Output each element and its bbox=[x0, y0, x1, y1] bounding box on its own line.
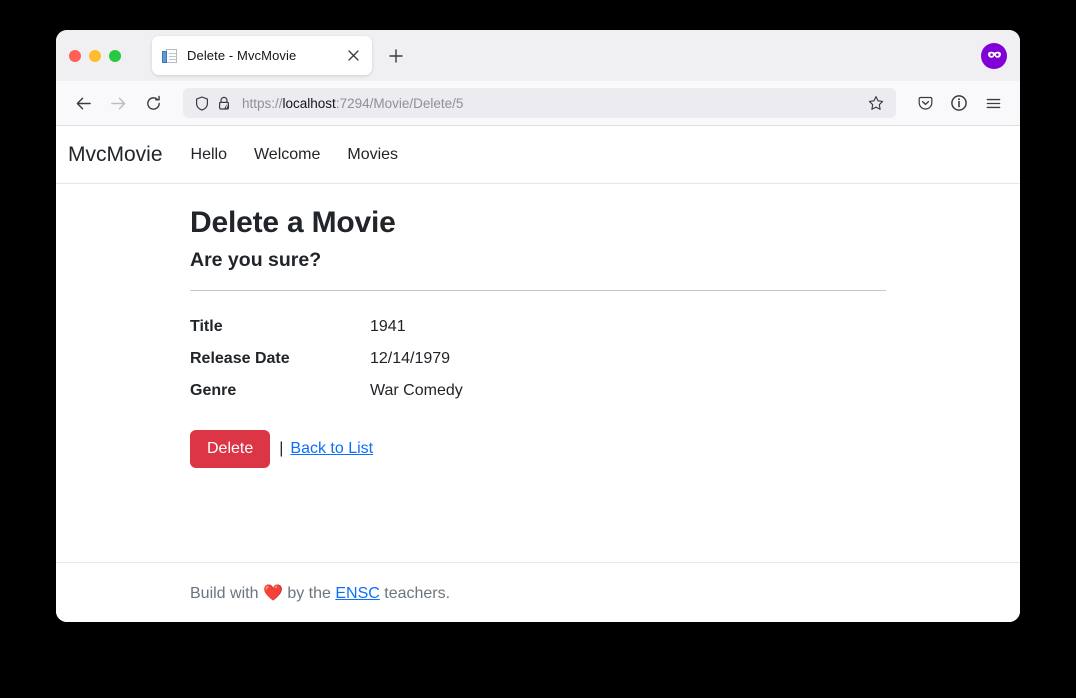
forward-arrow-icon bbox=[103, 88, 133, 118]
main-content: Delete a Movie Are you sure? Title 1941 … bbox=[56, 184, 1020, 468]
maximize-window-button[interactable] bbox=[109, 49, 121, 62]
page-viewport: MvcMovie Hello Welcome Movies Delete a M… bbox=[56, 126, 1020, 622]
confirm-heading: Are you sure? bbox=[190, 249, 322, 271]
browser-tab-active[interactable]: Delete - MvcMovie bbox=[152, 36, 372, 75]
back-arrow-icon[interactable] bbox=[68, 88, 98, 118]
star-icon[interactable] bbox=[865, 92, 887, 114]
lock-warning-icon[interactable] bbox=[214, 94, 233, 113]
detail-label-title: Title bbox=[190, 318, 223, 335]
private-mask-icon[interactable] bbox=[981, 42, 1007, 69]
shield-icon[interactable] bbox=[192, 94, 211, 113]
detail-label-release-date: Release Date bbox=[190, 350, 290, 367]
footer-text: Build with ❤️ by the ENSC teachers. bbox=[190, 583, 450, 603]
reload-icon[interactable] bbox=[138, 88, 168, 118]
url-text: https://localhost:7294/Movie/Delete/5 bbox=[242, 96, 865, 111]
browser-window: Delete - MvcMovie https://localhost:7294… bbox=[56, 30, 1020, 622]
window-traffic-lights bbox=[56, 49, 134, 62]
site-nav-links: Hello Welcome Movies bbox=[191, 146, 399, 164]
back-to-list-link[interactable]: Back to List bbox=[290, 440, 373, 458]
page-document-icon bbox=[162, 48, 178, 64]
detail-label-genre: Genre bbox=[190, 382, 237, 399]
detail-value-genre: War Comedy bbox=[370, 382, 463, 399]
footer-suffix: teachers. bbox=[384, 584, 451, 602]
nav-link-movies[interactable]: Movies bbox=[347, 146, 398, 164]
action-separator: | bbox=[279, 440, 284, 457]
site-brand[interactable]: MvcMovie bbox=[68, 143, 163, 167]
close-window-button[interactable] bbox=[69, 49, 81, 62]
close-icon[interactable] bbox=[344, 47, 362, 65]
tab-title: Delete - MvcMovie bbox=[187, 48, 297, 63]
footer-middle: by the bbox=[287, 584, 331, 602]
nav-link-hello[interactable]: Hello bbox=[191, 146, 227, 164]
detail-value-release-date: 12/14/1979 bbox=[370, 350, 451, 367]
site-footer: Build with ❤️ by the ENSC teachers. bbox=[56, 562, 1020, 622]
address-bar[interactable]: https://localhost:7294/Movie/Delete/5 bbox=[183, 88, 896, 118]
hamburger-menu-icon[interactable] bbox=[978, 88, 1008, 118]
url-host: localhost bbox=[282, 95, 336, 111]
url-scheme: https:// bbox=[242, 95, 283, 111]
pocket-icon[interactable] bbox=[910, 88, 940, 118]
heart-icon: ❤️ bbox=[262, 584, 283, 602]
movie-details-list: Title 1941 Release Date 12/14/1979 Genre… bbox=[190, 311, 886, 407]
section-divider bbox=[190, 290, 886, 291]
page-title: Delete a Movie bbox=[190, 206, 396, 239]
nav-link-welcome[interactable]: Welcome bbox=[254, 146, 320, 164]
new-tab-button[interactable] bbox=[381, 41, 411, 71]
minimize-window-button[interactable] bbox=[89, 49, 101, 62]
site-navbar: MvcMovie Hello Welcome Movies bbox=[56, 126, 1020, 184]
ensc-link[interactable]: ENSC bbox=[335, 585, 379, 602]
account-info-icon[interactable] bbox=[944, 88, 974, 118]
delete-button[interactable]: Delete bbox=[190, 430, 271, 468]
footer-prefix: Build with bbox=[190, 584, 259, 602]
detail-value-title: 1941 bbox=[370, 318, 406, 335]
tab-strip: Delete - MvcMovie bbox=[56, 30, 1020, 81]
url-path: :7294/Movie/Delete/5 bbox=[335, 95, 464, 111]
browser-toolbar: https://localhost:7294/Movie/Delete/5 bbox=[56, 81, 1020, 126]
form-actions: Delete | Back to List bbox=[190, 430, 886, 468]
